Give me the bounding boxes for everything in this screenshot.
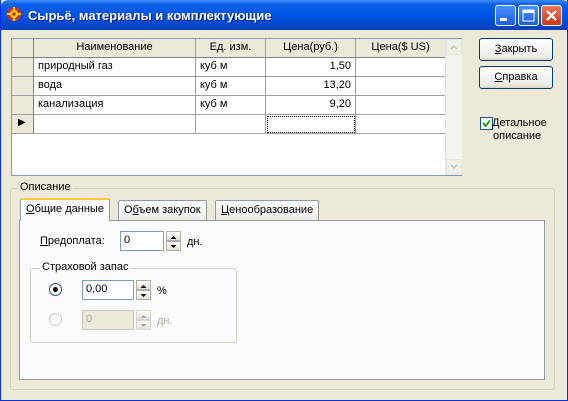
safety-stock-days-radio[interactable] xyxy=(49,313,62,326)
tab-purchase-volume-prefix: О xyxy=(124,204,133,216)
scroll-down-button[interactable] xyxy=(446,159,462,175)
arrow-up-icon xyxy=(140,315,147,318)
detailed-description-label-line1: Детальное xyxy=(492,117,547,129)
window-title: Сырьё, материалы и комплектующие xyxy=(28,8,272,23)
minimize-button[interactable] xyxy=(495,5,516,26)
help-button[interactable]: Справка xyxy=(479,66,553,89)
safety-stock-percent-spinner[interactable] xyxy=(136,280,151,300)
percent-unit: % xyxy=(157,285,167,297)
safety-stock-percent-radio[interactable] xyxy=(49,283,62,296)
row-selector[interactable] xyxy=(12,58,34,77)
days-spin-up[interactable] xyxy=(136,310,151,320)
column-header-name[interactable]: Наименование xyxy=(34,39,196,58)
cell-unit[interactable]: куб м xyxy=(196,96,266,115)
sun-gear-icon xyxy=(7,7,21,21)
prepayment-input[interactable]: 0 xyxy=(120,231,164,251)
tab-pricing[interactable]: Ценообразование xyxy=(215,200,320,220)
chevron-up-icon xyxy=(450,44,458,50)
arrow-down-icon xyxy=(140,324,147,327)
prepayment-spinner[interactable] xyxy=(166,231,181,251)
tab-purchase-volume-label: ъем закупок xyxy=(138,204,201,216)
tab-general[interactable]: Общие данные xyxy=(20,198,110,221)
scroll-up-button[interactable] xyxy=(446,39,462,55)
cell-unit[interactable] xyxy=(196,115,266,134)
cell-unit[interactable]: куб м xyxy=(196,58,266,77)
cell-name[interactable] xyxy=(34,115,196,134)
prepayment-spin-up[interactable] xyxy=(166,231,181,241)
cell-name[interactable]: канализация xyxy=(34,96,196,115)
column-header-unit[interactable]: Ед. изм. xyxy=(196,39,266,58)
tab-general-label: бщие данные xyxy=(34,203,104,215)
arrow-up-icon xyxy=(170,236,177,239)
cell-unit[interactable]: куб м xyxy=(196,77,266,96)
cell-name[interactable]: вода xyxy=(34,77,196,96)
arrow-down-icon xyxy=(140,294,147,297)
tab-general-mnemonic: О xyxy=(26,203,35,215)
cell-name[interactable]: природный газ xyxy=(34,58,196,77)
current-row-indicator-icon[interactable]: ▶ xyxy=(12,115,34,134)
detailed-description-label-line2: описание xyxy=(493,130,542,142)
cell-price-rub-focused[interactable] xyxy=(266,115,356,134)
description-legend: Описание xyxy=(18,181,73,193)
tab-panel-general: Предоплата: 0 дн. Страховой запас 0,00 % xyxy=(19,220,545,380)
cell-price-rub[interactable]: 1,50 xyxy=(266,58,356,77)
cell-price-usd[interactable] xyxy=(356,58,446,77)
cell-price-usd[interactable] xyxy=(356,96,446,115)
column-header-price-rub[interactable]: Цена(руб.) xyxy=(266,39,356,58)
arrow-up-icon xyxy=(140,285,147,288)
close-button-label: акрыть xyxy=(501,43,538,55)
row-selector[interactable] xyxy=(12,77,34,96)
close-window-button[interactable] xyxy=(541,5,562,26)
prepayment-label-text: редоплата: xyxy=(47,235,105,247)
safety-stock-days-input[interactable]: 0 xyxy=(82,310,134,330)
detailed-description-label[interactable]: Детальное описание xyxy=(492,117,547,142)
maximize-button[interactable] xyxy=(518,5,539,26)
checkmark-icon xyxy=(482,119,491,128)
column-header-price-usd[interactable]: Цена($ US) xyxy=(356,39,446,58)
arrow-down-icon xyxy=(170,245,177,248)
safety-stock-days-spinner[interactable] xyxy=(136,310,151,330)
close-icon xyxy=(546,10,557,21)
prepayment-spin-down[interactable] xyxy=(166,241,181,251)
help-button-label: правка xyxy=(502,71,538,83)
chevron-down-icon xyxy=(450,164,458,170)
prepayment-unit: дн. xyxy=(187,236,203,248)
row-indicator-header xyxy=(12,39,34,58)
cell-price-rub[interactable]: 13,20 xyxy=(266,77,356,96)
days-unit: дн. xyxy=(157,315,173,327)
title-bar[interactable]: Сырьё, материалы и комплектующие xyxy=(1,0,568,30)
cell-price-usd[interactable] xyxy=(356,77,446,96)
prepayment-label: Предоплата: xyxy=(40,235,105,247)
cell-price-usd[interactable] xyxy=(356,115,446,134)
safety-stock-percent-input[interactable]: 0,00 xyxy=(82,280,134,300)
prepayment-label-mnemonic: П xyxy=(40,235,48,247)
cell-price-rub[interactable]: 9,20 xyxy=(266,96,356,115)
main-window: Сырьё, материалы и комплектующие Наимено… xyxy=(0,0,568,401)
maximize-icon xyxy=(522,9,535,22)
tab-purchase-volume[interactable]: Объем закупок xyxy=(118,200,207,220)
percent-spin-down[interactable] xyxy=(136,290,151,300)
row-selector[interactable] xyxy=(12,96,34,115)
close-button[interactable]: Закрыть xyxy=(479,38,553,61)
grid-vertical-scrollbar[interactable] xyxy=(445,39,462,175)
safety-stock-legend: Страховой запас xyxy=(40,261,131,273)
days-spin-down[interactable] xyxy=(136,320,151,330)
minimize-icon xyxy=(500,18,507,21)
tab-pricing-label: енообразование xyxy=(229,204,314,216)
radio-selected-dot xyxy=(53,287,58,292)
materials-grid[interactable]: Наименование Ед. изм. Цена(руб.) Цена($ … xyxy=(11,38,462,176)
tab-pricing-mnemonic: Ц xyxy=(221,204,230,216)
percent-spin-up[interactable] xyxy=(136,280,151,290)
